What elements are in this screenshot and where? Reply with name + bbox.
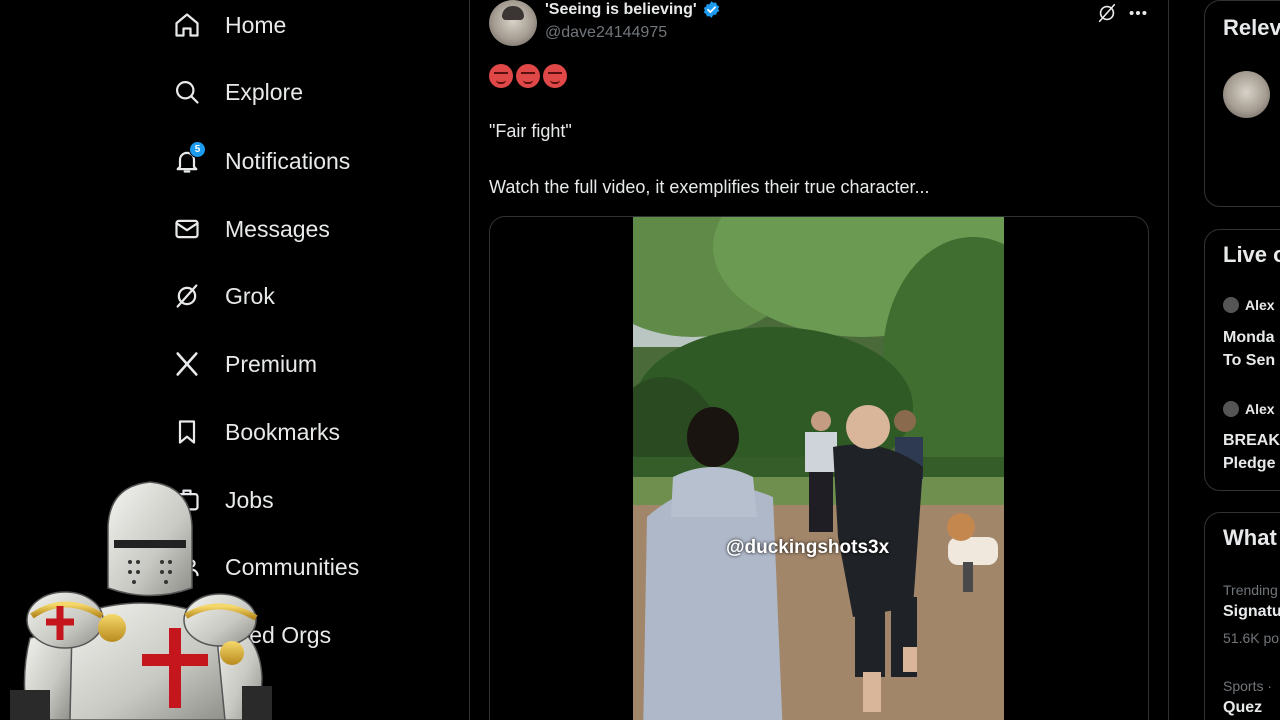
bell-icon: 5 bbox=[172, 141, 206, 176]
video-watermark: @duckingshots3x bbox=[726, 537, 890, 558]
home-icon bbox=[172, 10, 202, 40]
notification-badge: 5 bbox=[189, 141, 206, 158]
grok-icon bbox=[172, 281, 202, 311]
trend-name[interactable]: Quez bbox=[1223, 699, 1262, 717]
nav-label-premium: Premium bbox=[225, 350, 318, 377]
x-logo-icon bbox=[172, 349, 202, 379]
author-name[interactable]: 'Seeing is believing' bbox=[545, 0, 721, 19]
knight-overlay-image bbox=[10, 481, 272, 720]
angry-face-icon bbox=[516, 64, 540, 88]
live-user-name: Alex bbox=[1245, 297, 1275, 313]
video-player[interactable]: @duckingshots3x bbox=[489, 216, 1149, 720]
live-headline-line2: To Sen bbox=[1223, 352, 1276, 369]
relevant-person-avatar[interactable] bbox=[1223, 71, 1270, 118]
live-user-avatar bbox=[1223, 297, 1239, 313]
nav-item-messages[interactable]: Messages bbox=[172, 209, 330, 249]
nav-item-home[interactable]: Home bbox=[172, 5, 286, 45]
nav-item-explore[interactable]: Explore bbox=[172, 72, 303, 112]
live-card: Live o Alex Monda To Sen Alex BREAK Pled… bbox=[1204, 229, 1280, 491]
live-headline-line1: Monda bbox=[1223, 329, 1275, 346]
live-headline[interactable]: Monda To Sen bbox=[1223, 326, 1275, 372]
angry-face-icon bbox=[489, 64, 513, 88]
live-headline-line1: BREAK bbox=[1223, 432, 1280, 449]
nav-item-grok[interactable]: Grok bbox=[172, 276, 275, 316]
post-column: 'Seeing is believing' @dave24144975 "Fai… bbox=[469, 0, 1169, 720]
nav-label-explore: Explore bbox=[225, 78, 303, 105]
emoji-row bbox=[489, 64, 567, 88]
live-user-name: Alex bbox=[1245, 401, 1275, 417]
nav-item-bookmarks[interactable]: Bookmarks bbox=[172, 412, 340, 452]
search-icon bbox=[172, 77, 202, 107]
nav-label-notifications: Notifications bbox=[225, 147, 351, 174]
live-user-avatar bbox=[1223, 401, 1239, 417]
author-avatar[interactable] bbox=[489, 0, 537, 46]
x-app: Home Explore 5 Notifications Messages Gr… bbox=[0, 0, 1280, 720]
video-frame[interactable] bbox=[633, 217, 1004, 720]
post-text-line1: "Fair fight" bbox=[489, 121, 572, 141]
whats-happening-card: What Trending Signatu 51.6K po Sports · … bbox=[1204, 512, 1280, 720]
nav-item-notifications[interactable]: 5 Notifications bbox=[172, 141, 350, 181]
trend-meta: Trending bbox=[1223, 582, 1278, 598]
live-headline-line2: Pledge bbox=[1223, 455, 1276, 472]
relevant-people-card: Relev bbox=[1204, 0, 1280, 207]
author-handle[interactable]: @dave24144975 bbox=[545, 24, 667, 42]
angry-face-icon bbox=[543, 64, 567, 88]
more-options-icon[interactable] bbox=[1127, 2, 1149, 24]
verified-badge-icon bbox=[703, 1, 719, 18]
nav-label-messages: Messages bbox=[225, 215, 330, 242]
live-item-user[interactable]: Alex bbox=[1223, 297, 1275, 313]
nav-item-premium[interactable]: Premium bbox=[172, 344, 317, 384]
nav-label-grok: Grok bbox=[225, 282, 275, 309]
whats-happening-title: What bbox=[1223, 525, 1277, 550]
relevant-people-title: Relev bbox=[1223, 15, 1280, 40]
live-headline[interactable]: BREAK Pledge bbox=[1223, 429, 1280, 475]
mail-icon bbox=[172, 214, 202, 244]
bookmark-icon bbox=[172, 417, 202, 447]
trend-name[interactable]: Signatu bbox=[1223, 603, 1280, 621]
grok-icon[interactable] bbox=[1096, 2, 1118, 24]
live-title: Live o bbox=[1223, 242, 1280, 267]
author-name-text[interactable]: 'Seeing is believing' bbox=[545, 1, 697, 19]
live-item-user[interactable]: Alex bbox=[1223, 401, 1275, 417]
nav-label-bookmarks: Bookmarks bbox=[225, 418, 341, 445]
trend-count: 51.6K po bbox=[1223, 630, 1280, 646]
post-text-line2: Watch the full video, it exemplifies the… bbox=[489, 177, 930, 197]
nav-label-home: Home bbox=[225, 11, 287, 38]
trend-meta: Sports · bbox=[1223, 678, 1273, 694]
